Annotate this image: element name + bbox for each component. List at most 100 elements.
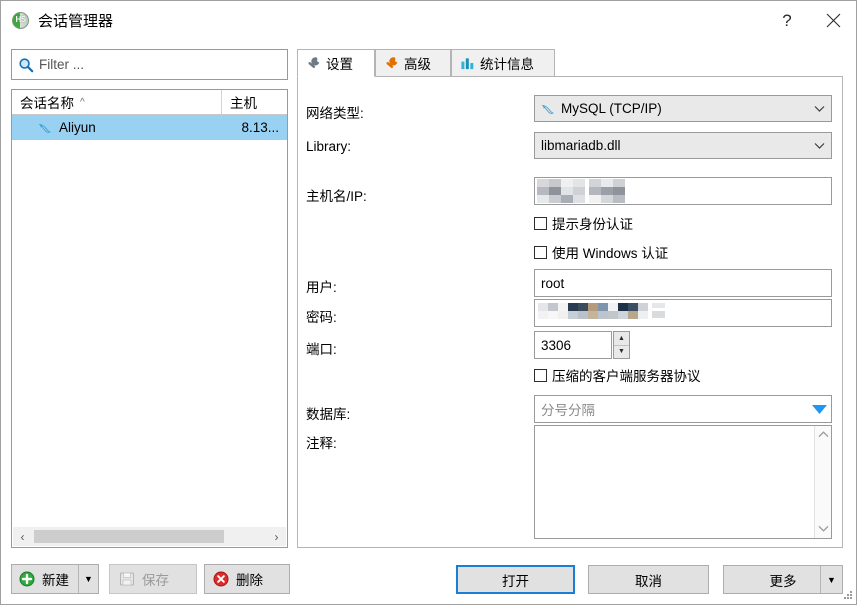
scrollbar-thumb[interactable]: [34, 530, 224, 543]
session-filter-input[interactable]: Filter ...: [11, 49, 288, 80]
window-title: 会话管理器: [38, 13, 114, 30]
table-row[interactable]: Aliyun 8.13...: [12, 115, 287, 140]
port-label: 端口:: [306, 342, 337, 357]
compressed-protocol-checkbox[interactable]: 压缩的客户端服务器协议: [534, 365, 701, 385]
scroll-up-chevron-icon[interactable]: [818, 429, 829, 441]
checkbox-box: [534, 368, 547, 382]
session-manager-window: HS 会话管理器 ? Filter ... 会话名称 ^ 主机 Aliyun 8…: [0, 0, 857, 605]
bar-chart-icon: [461, 57, 474, 69]
sort-ascending-icon: ^: [80, 96, 85, 108]
tab-statistics-label: 统计信息: [480, 57, 534, 72]
chevron-down-glyph: [818, 525, 828, 532]
triangle-down-icon: [811, 404, 827, 414]
column-header-host[interactable]: 主机: [222, 90, 286, 114]
new-session-label: 新建: [42, 573, 69, 588]
tab-statistics[interactable]: 统计信息: [451, 49, 555, 77]
compressed-protocol-label: 压缩的客户端服务器协议: [552, 369, 701, 384]
wrench-orange-icon: [386, 56, 398, 68]
dropdown-arrow-blue-icon[interactable]: [807, 396, 831, 422]
chevron-down-glyph: [814, 105, 824, 112]
tab-advanced-label: 高级: [404, 57, 431, 72]
tab-settings[interactable]: 设置: [297, 49, 375, 77]
password-input[interactable]: [534, 299, 832, 327]
library-combobox[interactable]: libmariadb.dll: [534, 132, 832, 159]
spinner-down-icon[interactable]: ▼: [614, 346, 629, 359]
new-session-button[interactable]: 新建 ▼: [11, 564, 99, 594]
cancel-button-label: 取消: [635, 573, 662, 589]
help-icon: ?: [782, 10, 792, 30]
search-icon: [19, 57, 34, 72]
more-button-label: 更多: [769, 573, 797, 589]
network-type-combobox[interactable]: MySQL (TCP/IP): [534, 95, 832, 122]
delete-circle-red-icon: [213, 571, 229, 587]
checkbox-box: [534, 216, 547, 230]
filter-placeholder: Filter ...: [39, 57, 85, 72]
more-button[interactable]: 更多 ▼: [723, 565, 843, 594]
network-type-value: MySQL (TCP/IP): [561, 101, 662, 116]
password-label: 密码:: [306, 310, 337, 325]
tree-horizontal-scrollbar[interactable]: ‹ ›: [13, 527, 286, 546]
help-button[interactable]: ?: [764, 1, 810, 40]
cancel-button[interactable]: 取消: [588, 565, 709, 594]
hostname-input[interactable]: [534, 177, 832, 205]
comment-textarea[interactable]: [534, 425, 832, 539]
mysql-dolphin-icon: [38, 123, 51, 133]
chevron-down-icon[interactable]: [807, 133, 831, 158]
comment-vertical-scrollbar[interactable]: [814, 426, 831, 538]
library-label: Library:: [306, 139, 352, 154]
column-header-host-label: 主机: [230, 96, 257, 111]
scroll-right-arrow-icon[interactable]: ›: [267, 527, 286, 546]
open-button-label: 打开: [502, 573, 529, 589]
databases-placeholder: 分号分隔: [541, 403, 595, 418]
comment-label: 注释:: [306, 436, 337, 451]
library-value: libmariadb.dll: [541, 138, 621, 153]
spinner-up-icon[interactable]: ▲: [614, 332, 629, 346]
tab-settings-label: 设置: [326, 57, 353, 72]
session-tree-header: 会话名称 ^ 主机: [12, 90, 287, 115]
delete-session-button[interactable]: 删除: [204, 564, 290, 594]
redacted-password-mosaic: [535, 300, 665, 326]
new-session-dropdown-button[interactable]: ▼: [78, 565, 98, 593]
close-icon: [826, 13, 840, 28]
open-button[interactable]: 打开: [456, 565, 575, 594]
session-name-cell: Aliyun: [12, 120, 222, 135]
more-dropdown-button[interactable]: ▼: [820, 566, 842, 593]
title-bar: HS 会话管理器 ?: [1, 1, 856, 40]
port-input[interactable]: 3306: [534, 331, 612, 359]
databases-label: 数据库:: [306, 407, 351, 422]
chevron-up-glyph: [818, 431, 828, 438]
session-name-text: Aliyun: [59, 120, 96, 135]
databases-combobox[interactable]: 分号分隔: [534, 395, 832, 423]
port-value: 3306: [541, 337, 572, 353]
column-header-session-name-label: 会话名称: [20, 96, 74, 111]
network-type-label: 网络类型:: [306, 106, 364, 121]
port-spinner[interactable]: ▲ ▼: [613, 331, 630, 359]
chevron-down-glyph: [814, 142, 824, 149]
column-header-session-name[interactable]: 会话名称 ^: [12, 90, 222, 114]
windows-auth-checkbox[interactable]: 使用 Windows 认证: [534, 242, 668, 262]
hostname-label: 主机名/IP:: [306, 189, 367, 204]
delete-session-label: 删除: [236, 573, 263, 588]
user-value: root: [541, 275, 565, 291]
floppy-disk-icon: [120, 572, 134, 586]
session-host-cell: 8.13...: [241, 120, 279, 135]
close-button[interactable]: [810, 1, 856, 40]
chevron-down-icon: ▼: [84, 574, 93, 584]
save-session-button[interactable]: 保存: [109, 564, 197, 594]
prompt-credentials-checkbox[interactable]: 提示身份认证: [534, 213, 633, 233]
chevron-down-icon: ▼: [827, 574, 836, 585]
user-label: 用户:: [306, 280, 337, 295]
user-input[interactable]: root: [534, 269, 832, 297]
mysql-dolphin-icon: [541, 104, 554, 114]
scroll-left-arrow-icon[interactable]: ‹: [13, 527, 32, 546]
tab-strip: 设置 高级 统计信息: [297, 49, 843, 77]
redacted-hostname-mosaic: [535, 178, 655, 204]
chevron-down-icon[interactable]: [807, 96, 831, 121]
logo-text: HS: [15, 15, 26, 24]
resize-grip-icon[interactable]: [841, 589, 853, 601]
checkbox-box: [534, 245, 547, 259]
scroll-down-chevron-icon[interactable]: [818, 523, 829, 535]
session-tree[interactable]: 会话名称 ^ 主机 Aliyun 8.13... ‹ ›: [11, 89, 288, 548]
title-bar-buttons: ?: [764, 1, 856, 40]
tab-advanced[interactable]: 高级: [375, 49, 451, 77]
